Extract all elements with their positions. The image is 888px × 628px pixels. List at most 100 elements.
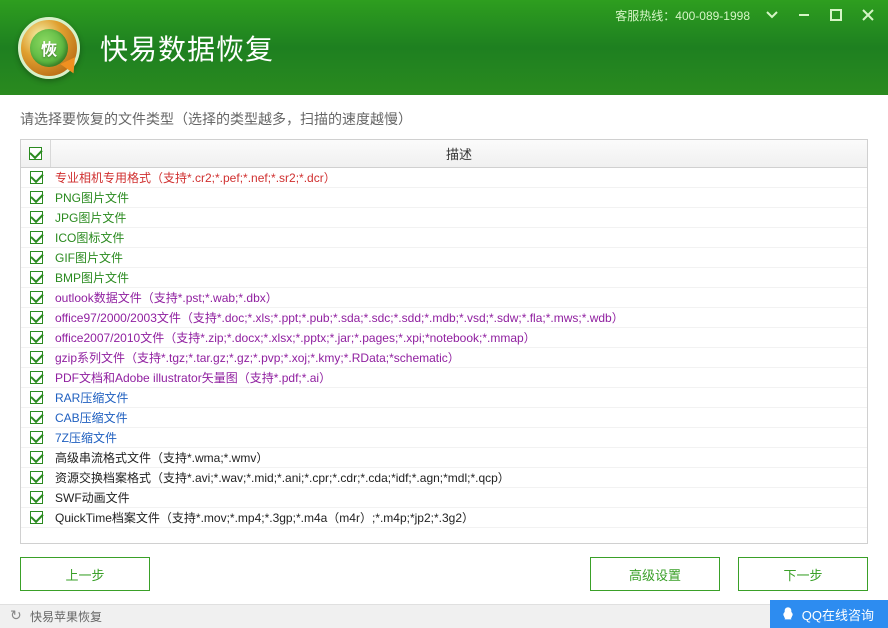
table-row[interactable]: 高级串流格式文件（支持*.wma;*.wmv） [21, 448, 867, 468]
row-description: JPG图片文件 [51, 209, 867, 226]
logo-text: 恢 [41, 36, 57, 60]
row-checkbox[interactable] [30, 331, 43, 344]
hotline-text: 客服热线：400-089-1998 [615, 7, 750, 24]
app-window: 客服热线：400-089-1998 恢 快易数据恢复 请选择要恢复的文件类型（选… [0, 0, 888, 628]
status-apple-recovery[interactable]: 快易苹果恢复 [10, 608, 102, 625]
row-description: 高级串流格式文件（支持*.wma;*.wmv） [51, 449, 867, 466]
row-description: ICO图标文件 [51, 229, 867, 246]
table-row[interactable]: CAB压缩文件 [21, 408, 867, 428]
table-row[interactable]: outlook数据文件（支持*.pst;*.wab;*.dbx） [21, 288, 867, 308]
table-row[interactable]: gzip系列文件（支持*.tgz;*.tar.gz;*.gz;*.pvp;*.x… [21, 348, 867, 368]
row-checkbox[interactable] [30, 391, 43, 404]
instruction-text: 请选择要恢复的文件类型（选择的类型越多，扫描的速度越慢） [0, 95, 888, 139]
row-checkbox-cell [21, 451, 51, 464]
app-title: 快易数据恢复 [100, 28, 274, 68]
row-description: gzip系列文件（支持*.tgz;*.tar.gz;*.gz;*.pvp;*.x… [51, 349, 867, 366]
row-description: QuickTime档案文件（支持*.mov;*.mp4;*.3gp;*.m4a（… [51, 509, 867, 526]
app-logo: 恢 [18, 17, 80, 79]
row-description: 7Z压缩文件 [51, 429, 867, 446]
table-row[interactable]: SWF动画文件 [21, 488, 867, 508]
row-checkbox-cell [21, 411, 51, 424]
row-description: SWF动画文件 [51, 489, 867, 506]
row-checkbox[interactable] [30, 311, 43, 324]
row-description: BMP图片文件 [51, 269, 867, 286]
row-checkbox[interactable] [30, 251, 43, 264]
row-checkbox[interactable] [30, 191, 43, 204]
row-checkbox-cell [21, 471, 51, 484]
row-description: office2007/2010文件（支持*.zip;*.docx;*.xlsx;… [51, 329, 867, 346]
table-row[interactable]: 资源交换档案格式（支持*.avi;*.wav;*.mid;*.ani;*.cpr… [21, 468, 867, 488]
table-row[interactable]: GIF图片文件 [21, 248, 867, 268]
close-button[interactable] [858, 6, 878, 24]
row-description: outlook数据文件（支持*.pst;*.wab;*.dbx） [51, 289, 867, 306]
row-checkbox-cell [21, 271, 51, 284]
table-row[interactable]: ICO图标文件 [21, 228, 867, 248]
title-bar-controls: 客服热线：400-089-1998 [615, 6, 878, 24]
advanced-settings-button[interactable]: 高级设置 [590, 557, 720, 591]
list-header: 描述 [21, 140, 867, 168]
row-checkbox[interactable] [30, 231, 43, 244]
row-checkbox[interactable] [30, 271, 43, 284]
table-row[interactable]: PNG图片文件 [21, 188, 867, 208]
row-checkbox[interactable] [30, 511, 43, 524]
row-checkbox-cell [21, 311, 51, 324]
row-description: 资源交换档案格式（支持*.avi;*.wav;*.mid;*.ani;*.cpr… [51, 469, 867, 486]
row-checkbox-cell [21, 371, 51, 384]
qq-consult-button[interactable]: QQ在线咨询 [770, 600, 888, 628]
row-description: 专业相机专用格式（支持*.cr2;*.pef;*.nef;*.sr2;*.dcr… [51, 169, 867, 186]
next-button[interactable]: 下一步 [738, 557, 868, 591]
row-checkbox-cell [21, 431, 51, 444]
table-row[interactable]: JPG图片文件 [21, 208, 867, 228]
table-row[interactable]: office97/2000/2003文件（支持*.doc;*.xls;*.ppt… [21, 308, 867, 328]
row-checkbox[interactable] [30, 491, 43, 504]
row-checkbox-cell [21, 491, 51, 504]
table-row[interactable]: QuickTime档案文件（支持*.mov;*.mp4;*.3gp;*.m4a（… [21, 508, 867, 528]
row-checkbox-cell [21, 511, 51, 524]
file-type-list: 描述 专业相机专用格式（支持*.cr2;*.pef;*.nef;*.sr2;*.… [20, 139, 868, 544]
row-description: PNG图片文件 [51, 189, 867, 206]
row-checkbox[interactable] [30, 211, 43, 224]
row-checkbox[interactable] [30, 411, 43, 424]
row-checkbox-cell [21, 351, 51, 364]
row-checkbox[interactable] [30, 431, 43, 444]
dropdown-icon[interactable] [762, 6, 782, 24]
title-bar: 客服热线：400-089-1998 恢 快易数据恢复 [0, 0, 888, 95]
row-checkbox[interactable] [30, 351, 43, 364]
list-body[interactable]: 专业相机专用格式（支持*.cr2;*.pef;*.nef;*.sr2;*.dcr… [21, 168, 867, 543]
row-description: PDF文档和Adobe illustrator矢量图（支持*.pdf;*.ai） [51, 369, 867, 386]
prev-button[interactable]: 上一步 [20, 557, 150, 591]
table-row[interactable]: 专业相机专用格式（支持*.cr2;*.pef;*.nef;*.sr2;*.dcr… [21, 168, 867, 188]
row-checkbox-cell [21, 231, 51, 244]
maximize-button[interactable] [826, 6, 846, 24]
header-description: 描述 [51, 144, 867, 163]
row-checkbox-cell [21, 211, 51, 224]
row-description: office97/2000/2003文件（支持*.doc;*.xls;*.ppt… [51, 309, 867, 326]
minimize-button[interactable] [794, 6, 814, 24]
row-checkbox[interactable] [30, 451, 43, 464]
select-all-checkbox[interactable] [29, 147, 42, 160]
qq-icon [780, 606, 796, 622]
row-checkbox[interactable] [30, 371, 43, 384]
row-checkbox-cell [21, 331, 51, 344]
qq-text: QQ在线咨询 [802, 605, 874, 624]
row-checkbox-cell [21, 171, 51, 184]
status-left-text: 快易苹果恢复 [30, 608, 102, 625]
row-checkbox-cell [21, 391, 51, 404]
row-description: CAB压缩文件 [51, 409, 867, 426]
footer: 上一步 高级设置 下一步 [0, 544, 888, 604]
row-checkbox[interactable] [30, 291, 43, 304]
refresh-icon [10, 610, 24, 624]
table-row[interactable]: BMP图片文件 [21, 268, 867, 288]
table-row[interactable]: office2007/2010文件（支持*.zip;*.docx;*.xlsx;… [21, 328, 867, 348]
header-checkbox-cell [21, 140, 51, 167]
table-row[interactable]: RAR压缩文件 [21, 388, 867, 408]
row-checkbox-cell [21, 291, 51, 304]
table-row[interactable]: PDF文档和Adobe illustrator矢量图（支持*.pdf;*.ai） [21, 368, 867, 388]
row-checkbox-cell [21, 191, 51, 204]
row-checkbox[interactable] [30, 471, 43, 484]
table-row[interactable]: 7Z压缩文件 [21, 428, 867, 448]
row-checkbox[interactable] [30, 171, 43, 184]
status-bar: 快易苹果恢复 QQ在线咨询 [0, 604, 888, 628]
logo-arrow-icon [60, 52, 81, 73]
row-checkbox-cell [21, 251, 51, 264]
